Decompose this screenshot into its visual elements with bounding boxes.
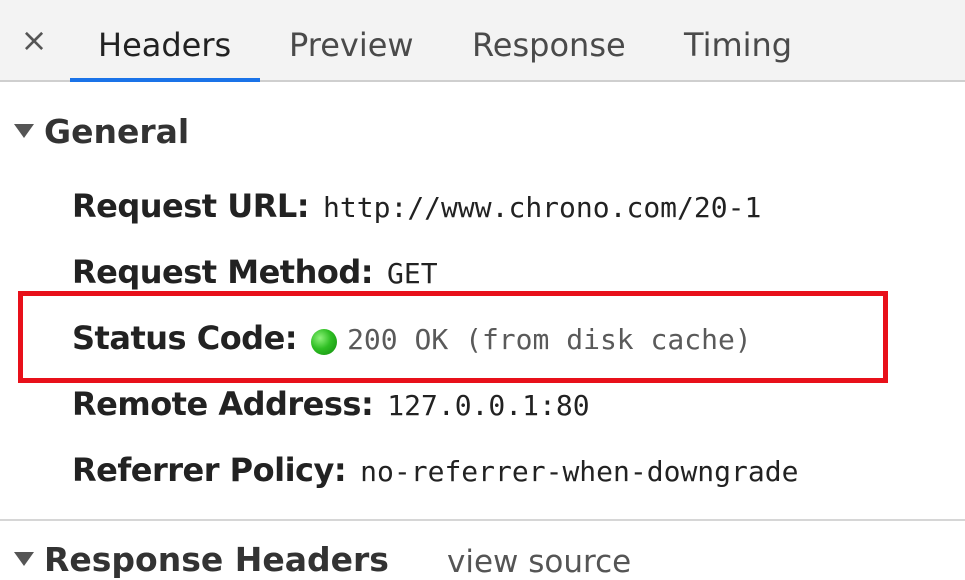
view-source-link[interactable]: view source — [447, 540, 631, 580]
response-headers-title: Response Headers — [44, 540, 389, 579]
request-method-value: GET — [387, 257, 438, 290]
tab-timing[interactable]: Timing — [684, 22, 792, 68]
referrer-policy-label: Referrer Policy: — [72, 451, 347, 489]
general-section-title: General — [44, 112, 190, 151]
tab-response[interactable]: Response — [472, 22, 626, 68]
status-code-highlight-box — [18, 291, 888, 383]
request-method-row: Request Method: GET — [72, 249, 438, 295]
active-tab-indicator — [70, 78, 260, 82]
request-url-label: Request URL: — [72, 187, 310, 225]
request-url-row: Request URL: http://www.chrono.com/20-1 — [72, 183, 761, 229]
collapse-triangle-icon[interactable] — [14, 551, 34, 566]
devtools-tab-bar: × Headers Preview Response Timing — [0, 0, 965, 82]
remote-address-label: Remote Address: — [72, 385, 374, 423]
request-url-value: http://www.chrono.com/20-1 — [323, 191, 762, 224]
tab-headers[interactable]: Headers — [98, 22, 231, 68]
referrer-policy-value: no-referrer-when-downgrade — [360, 455, 799, 488]
section-divider — [0, 519, 965, 521]
general-section-header[interactable]: General — [14, 110, 189, 154]
request-method-label: Request Method: — [72, 253, 374, 291]
collapse-triangle-icon[interactable] — [14, 123, 34, 138]
close-icon[interactable]: × — [18, 22, 50, 58]
remote-address-value: 127.0.0.1:80 — [387, 389, 590, 422]
referrer-policy-row: Referrer Policy: no-referrer-when-downgra… — [72, 447, 798, 493]
remote-address-row: Remote Address: 127.0.0.1:80 — [72, 381, 590, 427]
response-headers-section-header[interactable]: Response Headers — [14, 538, 389, 580]
tab-preview[interactable]: Preview — [289, 22, 414, 68]
